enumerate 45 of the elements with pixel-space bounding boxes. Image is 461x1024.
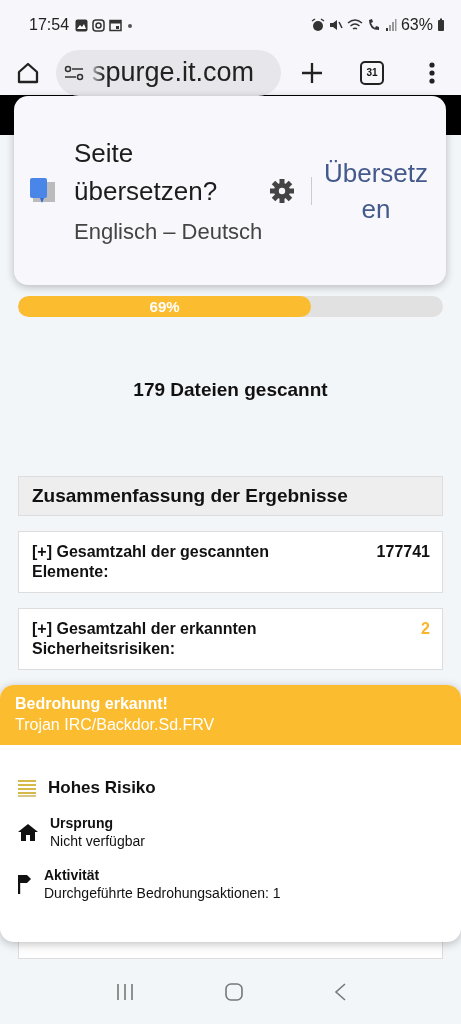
more-icon[interactable]: [429, 61, 435, 84]
site-settings-icon[interactable]: [64, 64, 84, 81]
translate-icon: [30, 177, 58, 204]
summary-label: [+] Gesamtzahl der gescannten Elemente:: [32, 542, 270, 582]
status-time: 17:54: [29, 16, 70, 34]
calendar-icon: [109, 18, 123, 32]
summary-heading: Zusammenfassung der Ergebnisse: [18, 476, 443, 516]
language-pair: Englisch – Deutsch: [74, 218, 264, 246]
popup-title: Seite übersetzen?: [74, 137, 219, 208]
url-text: spurge.it.com: [92, 57, 255, 88]
detail-value: Nicht verfügbar: [50, 832, 145, 850]
tab-count-button[interactable]: 31: [360, 60, 384, 85]
signal-icon: [384, 18, 397, 32]
summary-label: [+] Gesamtzahl der erkannten Sicherheitsrisiken:: [32, 619, 258, 659]
threat-title: Bedrohung erkannt!: [15, 694, 169, 714]
summary-row[interactable]: [+] Gesamtzahl der gescannten Elemente: 177741: [18, 531, 443, 593]
alarm-icon: [310, 18, 325, 32]
battery-percent: 63%: [400, 16, 433, 34]
new-tab-icon[interactable]: [301, 61, 323, 84]
summary-value: 2: [421, 619, 430, 639]
detail-value: Durchgeführte Bedrohungsaktionen: 1: [44, 884, 281, 902]
camera-icon: [92, 18, 106, 32]
mute-icon: [328, 18, 343, 32]
flag-icon: [18, 874, 32, 894]
detail-label: Ursprung: [50, 814, 114, 832]
back-icon[interactable]: [332, 982, 347, 1002]
address-bar[interactable]: spurge.it.com: [56, 49, 281, 96]
summary-row[interactable]: [+] Gesamtzahl der erkannten Sicherheitsrisiken: 2: [18, 608, 443, 670]
home-icon[interactable]: [16, 60, 40, 85]
settings-icon[interactable]: [269, 177, 295, 204]
translate-button[interactable]: Übersetzen: [320, 154, 432, 227]
gallery-icon: [75, 18, 89, 32]
battery-icon: [437, 18, 445, 32]
recent-apps-icon[interactable]: [114, 982, 135, 1002]
risk-level-icon: [18, 779, 36, 797]
summary-value: 177741: [376, 542, 430, 562]
house-icon: [18, 823, 38, 841]
call-icon: [366, 18, 381, 32]
home-button-icon[interactable]: [223, 982, 244, 1002]
detail-label: Aktivität: [44, 866, 101, 884]
wifi-icon: [346, 18, 363, 32]
risk-level: Hohes Risiko: [48, 778, 156, 798]
progress-percent: 69%: [149, 298, 180, 315]
threat-name: Trojan IRC/Backdor.Sd.FRV: [15, 715, 216, 735]
scanned-files-text: 179 Dateien gescannt: [132, 379, 329, 401]
